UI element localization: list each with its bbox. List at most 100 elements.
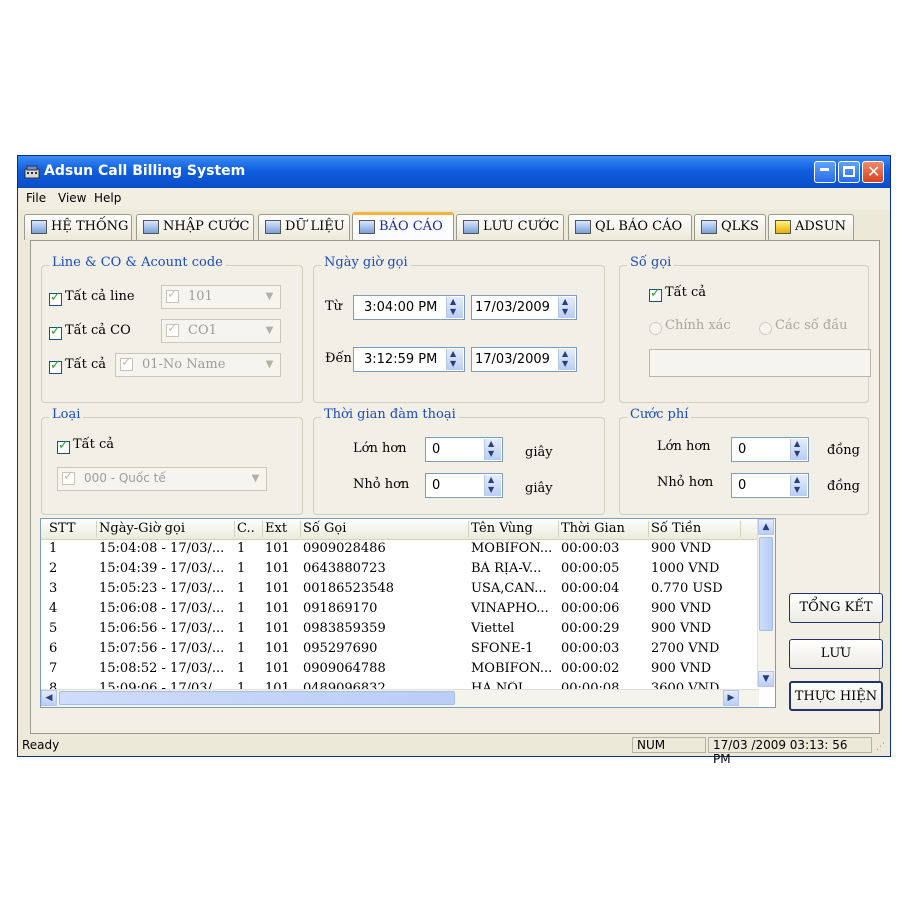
column-header[interactable]: Ngày-Giờ gọi <box>99 521 235 537</box>
co-select[interactable]: CO1 ▼ <box>161 319 281 343</box>
spin-down-icon: ▼ <box>450 359 457 368</box>
exact-label: Chính xác <box>665 318 731 333</box>
close-icon: ✕ <box>867 162 881 181</box>
table-cell: 00:00:03 <box>561 641 620 656</box>
horizontal-scroll-thumb[interactable] <box>59 691 455 705</box>
fee-less-spinner[interactable]: ▲ ▼ <box>790 475 807 496</box>
tab-nhap-cuoc[interactable]: NHẬP CƯỚC <box>136 214 254 240</box>
table-row[interactable]: 3 15:05:23 - 17/03/... 1 101 00186523548 USA,… <box>41 579 757 599</box>
to-label: Đến <box>325 351 352 366</box>
menu-help[interactable]: Help <box>94 191 121 205</box>
datetime-group-title: Ngày giờ gọi <box>321 255 411 270</box>
scroll-down-icon[interactable]: ▼ <box>758 671 774 687</box>
table-row[interactable]: 5 15:06:56 - 17/03/... 1 101 0983859359 Viett… <box>41 619 757 639</box>
table-cell: 101 <box>265 661 290 676</box>
all-line-checkbox[interactable] <box>49 290 62 306</box>
resize-grip-icon[interactable]: ⋰ <box>876 742 885 752</box>
table-row[interactable]: 4 15:06:08 - 17/03/... 1 101 091869170 VINAPH… <box>41 599 757 619</box>
table-cell: 6 <box>49 641 58 656</box>
table-row[interactable]: 7 15:08:52 - 17/03/... 1 101 0909064788 MOBIF… <box>41 659 757 679</box>
table-cell: 15:08:52 - 17/03/... <box>99 661 225 676</box>
duration-greater-input[interactable]: 0 ▲ ▼ <box>425 437 503 462</box>
table-cell: 900 VND <box>651 541 712 556</box>
fee-greater-spinner[interactable]: ▲ ▼ <box>790 439 807 460</box>
table-row[interactable]: 6 15:07:56 - 17/03/... 1 101 095297690 SFONE-… <box>41 639 757 659</box>
table-cell: 15:05:23 - 17/03/... <box>99 581 225 596</box>
table-cell: 00:00:05 <box>561 561 620 576</box>
duration-less-input[interactable]: 0 ▲ ▼ <box>425 473 503 498</box>
co-select-checkbox <box>166 321 179 337</box>
column-header[interactable]: STT <box>49 521 97 537</box>
all-account-checkbox[interactable] <box>49 358 62 374</box>
menu-file[interactable]: File <box>26 191 46 205</box>
call-records-table[interactable]: STT Ngày-Giờ gọi C.. Ext Số Gọi Tên Vùng Thời … <box>40 518 776 708</box>
tab-label: QL BÁO CÁO <box>595 219 683 234</box>
from-date-spinner[interactable]: ▲ ▼ <box>558 297 575 318</box>
duration-greater-spinner[interactable]: ▲ ▼ <box>484 439 501 460</box>
exact-radio[interactable] <box>649 322 662 335</box>
to-date-spinner[interactable]: ▲ ▼ <box>558 349 575 370</box>
spin-up-icon: ▲ <box>562 349 569 358</box>
from-date-input[interactable]: 17/03/2009 ▲ ▼ <box>471 295 577 320</box>
column-header[interactable]: Số Gọi <box>303 521 469 537</box>
maximize-icon <box>843 166 855 177</box>
tab-he-thong[interactable]: HỆ THỐNG <box>24 214 132 240</box>
all-number-checkbox[interactable] <box>649 286 662 302</box>
title-bar[interactable]: Adsun Call Billing System ✕ <box>18 156 890 188</box>
type-group <box>41 417 303 515</box>
scroll-up-icon[interactable]: ▲ <box>758 519 774 535</box>
column-header[interactable]: Ext <box>265 521 301 537</box>
table-row[interactable]: 2 15:04:39 - 17/03/... 1 101 0643880723 BÀ RỊ… <box>41 559 757 579</box>
vertical-scroll-thumb[interactable] <box>759 537 773 631</box>
type-select[interactable]: 000 - Quốc tế ▼ <box>57 467 267 491</box>
maximize-button[interactable] <box>838 161 860 183</box>
fee-less-input[interactable]: 0 ▲ ▼ <box>731 473 809 498</box>
close-button[interactable]: ✕ <box>862 161 884 183</box>
table-row[interactable]: 1 15:04:08 - 17/03/... 1 101 0909028486 MOBIF… <box>41 539 757 559</box>
save-button[interactable]: LƯU <box>789 639 883 669</box>
chevron-down-icon: ▼ <box>265 359 274 370</box>
from-time-input[interactable]: 3:04:00 PM ▲ ▼ <box>353 295 465 320</box>
number-input[interactable] <box>649 349 871 377</box>
table-cell: 00:00:03 <box>561 541 620 556</box>
all-type-checkbox[interactable] <box>57 438 70 454</box>
fee-greater-input[interactable]: 0 ▲ ▼ <box>731 437 809 462</box>
column-header[interactable]: Tên Vùng <box>471 521 559 537</box>
scroll-right-icon[interactable]: ▶ <box>723 690 739 706</box>
to-time-spinner[interactable]: ▲ ▼ <box>446 349 463 370</box>
vertical-scrollbar[interactable]: ▲ ▼ <box>757 519 775 687</box>
to-date-input[interactable]: 17/03/2009 ▲ ▼ <box>471 347 577 372</box>
execute-button[interactable]: THỰC HIỆN <box>789 681 883 711</box>
from-time-spinner[interactable]: ▲ ▼ <box>446 297 463 318</box>
datetime-group <box>313 265 605 403</box>
tab-qlks[interactable]: QLKS <box>694 214 766 240</box>
minimize-button[interactable] <box>814 161 836 183</box>
menu-view[interactable]: View <box>58 191 86 205</box>
duration-less-spinner[interactable]: ▲ ▼ <box>484 475 501 496</box>
spin-up-icon: ▲ <box>794 475 801 484</box>
line-select[interactable]: 101 ▼ <box>161 285 281 309</box>
prefix-radio[interactable] <box>759 322 772 335</box>
tab-luu-cuoc[interactable]: LƯU CƯỚC <box>456 214 564 240</box>
tab-du-lieu[interactable]: DỮ LIỆU <box>258 214 350 240</box>
tab-adsun[interactable]: ADSUN <box>768 214 854 240</box>
column-header[interactable]: Thời Gian <box>561 521 649 537</box>
fee-less-label: Nhỏ hơn <box>657 475 714 490</box>
status-bar: Ready NUM 17/03 /2009 03:13: 56 PM ⋰ <box>18 734 890 766</box>
horizontal-scrollbar[interactable]: ◀ ▶ <box>41 689 759 707</box>
tab-bao-cao[interactable]: BÁO CÁO <box>352 212 454 240</box>
table-cell: MOBIFON... <box>471 541 553 556</box>
account-select[interactable]: 01-No Name ▼ <box>115 353 281 377</box>
spin-up-icon: ▲ <box>488 439 495 448</box>
all-co-checkbox[interactable] <box>49 324 62 340</box>
column-header[interactable]: C.. <box>237 521 263 537</box>
to-time-input[interactable]: 3:12:59 PM ▲ ▼ <box>353 347 465 372</box>
table-header: STT Ngày-Giờ gọi C.. Ext Số Gọi Tên Vùng Thời … <box>41 519 757 540</box>
column-header[interactable]: Số Tiền <box>651 521 741 537</box>
table-cell: SFONE-1 <box>471 641 534 656</box>
tab-ql-bao-cao[interactable]: QL BÁO CÁO <box>568 214 692 240</box>
scroll-left-icon[interactable]: ◀ <box>41 690 57 706</box>
status-text: Ready <box>22 738 60 752</box>
summary-button[interactable]: TỔNG KẾT <box>789 593 883 623</box>
fee-less-unit: đồng <box>827 479 860 494</box>
